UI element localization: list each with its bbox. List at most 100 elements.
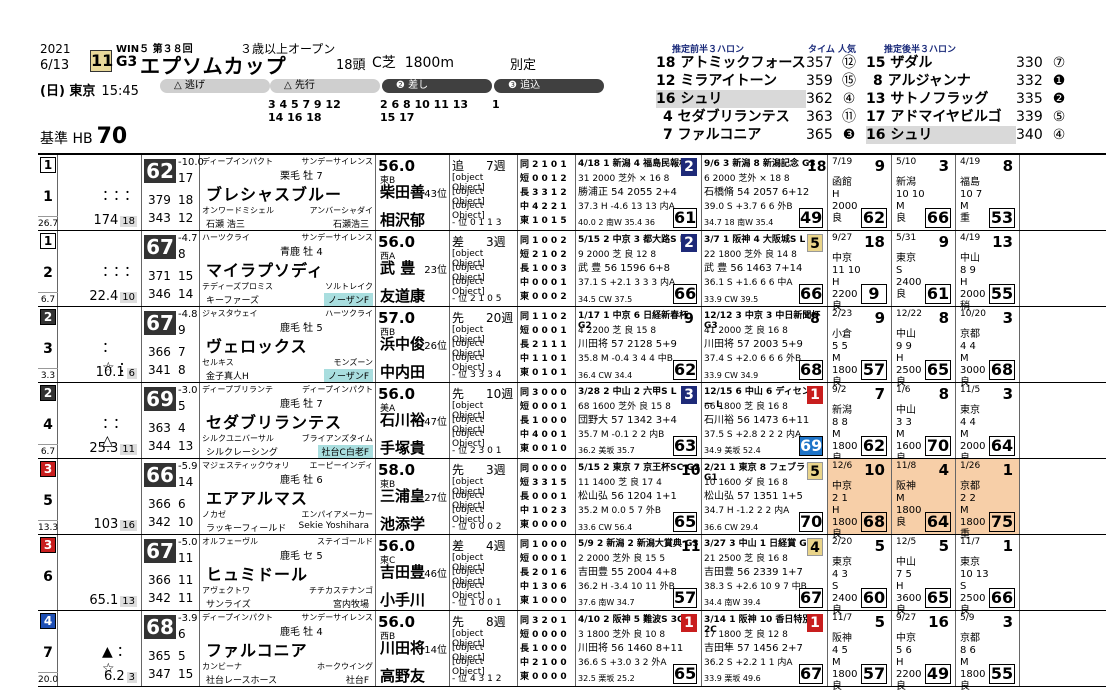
sire: ディープインパクト bbox=[202, 613, 273, 622]
horse-row: 2 3 3.3 ：☆： 10.1 6 67 -4.8 9 366 7 341 8 ジャスタウェイ ハーツクラ… bbox=[38, 307, 1106, 388]
past-race-cell: 1/17 1 中京 6 日経新春杯 G2 9 4 2200 芝 良 15 8 川田将 … bbox=[576, 307, 702, 382]
pred-second-row: 13 サトノフラッグ 335 ❷ bbox=[866, 90, 1076, 108]
old-race-cell: 9/27 16 中京 5 6 H 2200 良 49 bbox=[892, 611, 956, 690]
index-v5: 10 bbox=[178, 515, 194, 529]
day-venue: (日) 東京 bbox=[40, 84, 96, 99]
horse-cell: ディープブリランテ ディープインパクト 鹿毛 牡 7 セダブリランテス シルクユニバーサ… bbox=[200, 383, 376, 458]
breeder: キーファーズ bbox=[206, 296, 260, 306]
position-stat: - 位 4 3 1 2 bbox=[452, 674, 502, 684]
pred-second-row: 8 アルジャンナ 332 ❶ bbox=[866, 72, 1076, 90]
old-race-cell: 1/6 8 中山 3 3 M 1600 良70 bbox=[892, 383, 956, 464]
past-race-pace: 38.3 S +2.6 10 9 7 中B bbox=[704, 582, 807, 592]
record-line: 同 3 0 0 0 bbox=[520, 388, 567, 398]
old-race-index: 64 bbox=[925, 512, 951, 532]
mark-cell: 103 16 bbox=[58, 459, 142, 534]
sire: ディープブリランテ bbox=[202, 385, 273, 394]
old-race-place: 18 bbox=[864, 233, 885, 251]
record-cell: 同 3 0 0 0 短 0 0 0 1 長 1 0 0 0 中 4 0 0 1 東 0 … bbox=[518, 383, 576, 458]
index-v2: 366 bbox=[148, 497, 171, 511]
horse-number: 4 bbox=[43, 417, 53, 433]
index-v4: 343 bbox=[148, 211, 171, 225]
odds-value: 25.3 bbox=[89, 441, 119, 456]
jockey-name: 吉田豊 bbox=[380, 563, 426, 581]
pred-rank: ⑫ bbox=[842, 55, 856, 71]
old-race-venue: 中山 9 9 H 2500 良 bbox=[896, 329, 922, 388]
past-race-result: 吉田豊 55 2004 4+8 bbox=[578, 567, 677, 578]
horse-cell: ハーツクライ サンデーサイレンス 青鹿 牡 4 マイラプソディ テディーズプロミス ソルト… bbox=[200, 231, 376, 306]
old-race-place: 3 bbox=[938, 157, 949, 175]
frame-number: 2 bbox=[40, 385, 56, 401]
entries-table: 1 1 26.7：：： 174 18 62 -10.0 17 379 18 343 12 ディープインパ… bbox=[38, 153, 1106, 690]
breeder: シルクレーシング bbox=[206, 448, 278, 458]
position-stat: - 位 0 1 1 3 bbox=[452, 218, 502, 228]
past-race-index: 57 bbox=[673, 588, 697, 608]
record-line: 東 0 0 0 0 bbox=[520, 520, 567, 530]
pred-horse: 4 セダブリランテス bbox=[656, 109, 790, 125]
past-race-cell: 9/6 3 新潟 8 新潟記念 G3 18 6 2000 芝外 × 18 8 石橋脩 … bbox=[702, 155, 828, 230]
record-line: 短 0 0 0 1 bbox=[520, 402, 567, 412]
index-v1: 17 bbox=[178, 171, 194, 185]
pred-horse: 13 サトノフラッグ bbox=[866, 91, 989, 107]
record-line: 短 3 3 1 5 bbox=[520, 478, 567, 488]
past-race-result: 石橋脩 54 2057 6+12 bbox=[704, 187, 810, 198]
sire-of-sire: サンデーサイレンス bbox=[301, 157, 373, 166]
index-v2: 363 bbox=[148, 421, 171, 435]
sire: ディープインパクト bbox=[202, 157, 273, 166]
old-race-cell: 12/22 8 中山 9 9 H 2500 良 65 bbox=[892, 307, 956, 388]
index-v3: 5 bbox=[178, 649, 186, 663]
old-race-index: 55 bbox=[989, 664, 1015, 684]
style-senko: △ 先行 bbox=[270, 79, 380, 93]
past-race-cell: 3/28 2 中山 2 六甲S L 3 68 1600 芝外 良 15 8 団野大 5… bbox=[576, 383, 702, 458]
old-race-date: 4/19 bbox=[960, 157, 981, 167]
past-race-pace: 35.2 M 0.0 5 7 外B bbox=[578, 506, 662, 516]
pred-rank: ⑮ bbox=[842, 73, 856, 89]
record-line: 短 0 0 0 0 bbox=[520, 630, 567, 640]
coat-sex-age: 鹿毛 牡 4 bbox=[280, 627, 323, 638]
horse-index: 68 bbox=[144, 615, 176, 639]
old-race-venue: 新潟 10 10 M 良 bbox=[896, 177, 925, 224]
owner: 宮内牧場 bbox=[332, 600, 369, 610]
venue: (日) 東京 15:45 bbox=[40, 80, 139, 99]
old-race-cell: 9/2 7 新潟 8 8 M 1800 良62 bbox=[828, 383, 892, 464]
odds: 174 18 bbox=[93, 213, 137, 228]
index-cell: 66 -5.9 14 366 6 342 10 bbox=[142, 459, 200, 534]
frame-cell: 1 1 26.7 bbox=[38, 155, 58, 230]
pred-first-row: 12 ミラアイトーン 359 ⑮ bbox=[656, 72, 864, 90]
past-race-result: 武 豊 56 1463 7+14 bbox=[704, 263, 803, 274]
past-race-training: 33.9 CW 34.9 bbox=[704, 371, 759, 380]
odds-popularity: 11 bbox=[120, 444, 137, 455]
pred-time: 359 bbox=[806, 73, 833, 89]
past-race-training: 32.5 栗坂 25.2 bbox=[578, 674, 635, 683]
past-race-index: 66 bbox=[799, 284, 823, 304]
odds-popularity: 10 bbox=[120, 292, 137, 303]
horse-cell: オルフェーヴル ステイゴールド 鹿毛 セ 5 ヒュミドール アヴェクトワ チチカステナンゴ… bbox=[200, 535, 376, 610]
index-v3: 7 bbox=[178, 345, 186, 359]
dam-sire: ホークウイング bbox=[317, 662, 373, 671]
pred-horse: 15 ザダル bbox=[866, 55, 933, 71]
horse-row: 3 5 13.3 103 16 66 -5.9 14 366 6 342 10 マジェスティックウォリエ… bbox=[38, 459, 1106, 540]
style-cell: 先 20週 [object Object] [object Object] [objec… bbox=[450, 307, 518, 382]
index-v1: 14 bbox=[178, 475, 194, 489]
horse-number: 5 bbox=[43, 493, 53, 509]
jockey-name: 三浦皇 bbox=[380, 487, 426, 505]
weeks-since: 4週 bbox=[486, 539, 506, 553]
index-cell: 67 -4.8 9 366 7 341 8 bbox=[142, 307, 200, 382]
frame-number: 1 bbox=[40, 157, 56, 173]
odds-value: 10.1 bbox=[95, 365, 125, 380]
position-stat: - 位 1 0 0 1 bbox=[452, 598, 502, 608]
past-race-index: 66 bbox=[673, 284, 697, 304]
record-line: 短 0 0 0 1 bbox=[520, 554, 567, 564]
running-style: 先 bbox=[452, 615, 465, 629]
index-v4: 344 bbox=[148, 439, 171, 453]
horse-name: ファルコニア bbox=[206, 641, 308, 660]
old-race-place: 9 bbox=[874, 157, 885, 175]
past-race-cell: 4/18 1 新潟 4 福島民報杯 L 2 31 2000 芝外 × 16 8 勝浦正… bbox=[576, 155, 702, 230]
index-v4: 346 bbox=[148, 287, 171, 301]
weeks-since: 7週 bbox=[486, 159, 506, 173]
record-line: 長 1 0 0 0 bbox=[520, 416, 567, 426]
dam-sire: エンパイアメーカー bbox=[301, 510, 373, 519]
old-race-venue: 中京 2 1 H 1800 良 bbox=[832, 481, 858, 540]
sire: マジェスティックウォリ bbox=[202, 461, 290, 470]
old-race-date: 10/20 bbox=[960, 309, 986, 319]
pop-value: 13.3 bbox=[38, 520, 58, 534]
